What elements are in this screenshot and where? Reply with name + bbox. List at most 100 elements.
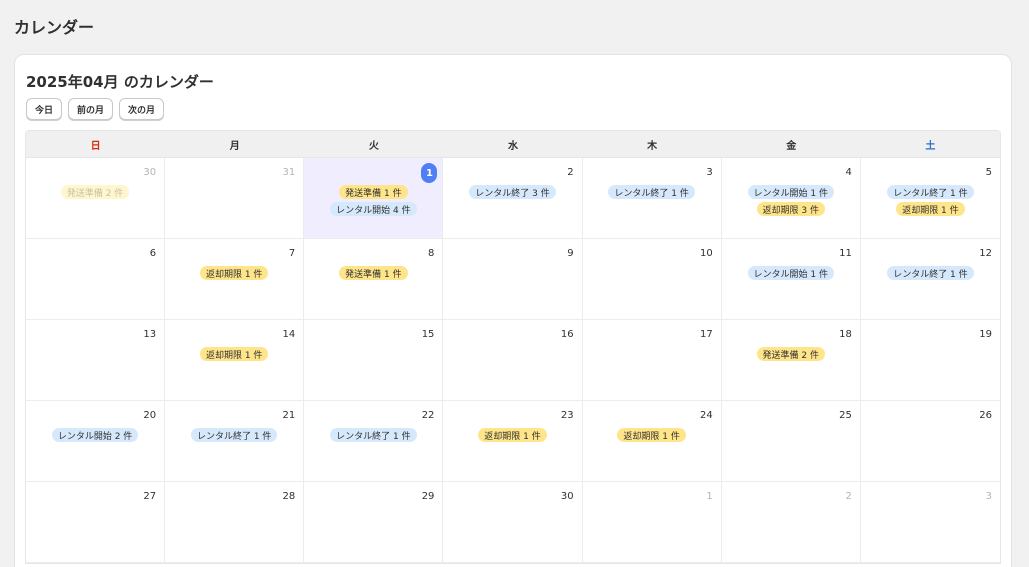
day-cell[interactable]: 23 返却期限 1 件 bbox=[443, 401, 583, 481]
event-list: 発送準備 2 件 bbox=[722, 347, 860, 361]
event-badge[interactable]: レンタル終了 1 件 bbox=[608, 185, 695, 199]
day-cell[interactable]: 17 bbox=[582, 320, 722, 400]
day-cell[interactable]: 28 bbox=[165, 482, 305, 562]
event-badge[interactable]: レンタル終了 3 件 bbox=[469, 185, 556, 199]
event-badge[interactable]: 発送準備 1 件 bbox=[339, 185, 408, 199]
event-badge[interactable]: 返却期限 1 件 bbox=[896, 202, 965, 216]
day-number: 20 bbox=[143, 410, 157, 421]
event-badge[interactable]: 返却期限 3 件 bbox=[756, 202, 825, 216]
event-badge[interactable]: 返却期限 1 件 bbox=[199, 266, 269, 280]
day-number: 1 bbox=[421, 163, 438, 183]
day-cell[interactable]: 19 bbox=[860, 320, 1000, 400]
weekday-tuesday: 火 bbox=[368, 140, 379, 152]
day-cell[interactable]: 29 bbox=[304, 482, 444, 562]
day-cell[interactable]: 1 bbox=[582, 482, 722, 562]
event-list: 返却期限 1 件 bbox=[165, 266, 303, 280]
day-cell[interactable]: 16 bbox=[443, 320, 583, 400]
weekday-saturday: 土 bbox=[925, 140, 936, 152]
day-cell[interactable]: 14 返却期限 1 件 bbox=[165, 320, 305, 400]
event-badge[interactable]: 発送準備 2 件 bbox=[756, 347, 825, 361]
event-badge[interactable]: レンタル開始 4 件 bbox=[330, 202, 417, 216]
weekday-friday: 金 bbox=[786, 140, 797, 152]
event-list: レンタル終了 3 件 bbox=[443, 185, 581, 199]
day-cell[interactable]: 30 発送準備 2 件 bbox=[26, 158, 166, 238]
event-list: 発送準備 2 件 bbox=[26, 185, 164, 199]
day-number: 9 bbox=[567, 248, 574, 259]
event-badge[interactable]: レンタル開始 1 件 bbox=[747, 185, 834, 199]
day-cell[interactable]: 22 レンタル終了 1 件 bbox=[304, 401, 444, 481]
day-number: 3 bbox=[706, 167, 713, 178]
day-cell[interactable]: 30 bbox=[443, 482, 583, 562]
day-cell[interactable]: 7 返却期限 1 件 bbox=[165, 239, 305, 319]
event-badge[interactable]: レンタル終了 1 件 bbox=[887, 185, 974, 199]
day-number: 5 bbox=[985, 167, 992, 178]
week-row: 6 7 返却期限 1 件 8 発送準備 1 件 9 10 11 レンタル開始 1 件 12 レンタル… bbox=[26, 239, 1000, 320]
day-number: 15 bbox=[421, 329, 435, 340]
event-badge[interactable]: レンタル終了 1 件 bbox=[887, 266, 974, 280]
day-cell[interactable]: 2 bbox=[721, 482, 861, 562]
calendar-nav: 今日 前の月 次の月 bbox=[26, 98, 165, 120]
weekday-thursday: 木 bbox=[647, 140, 658, 152]
event-list: レンタル開始 2 件 bbox=[26, 428, 164, 442]
day-cell[interactable]: 26 bbox=[860, 401, 1000, 481]
day-cell[interactable]: 21 レンタル終了 1 件 bbox=[165, 401, 305, 481]
prev-month-button[interactable]: 前の月 bbox=[68, 98, 114, 120]
event-badge[interactable]: レンタル開始 1 件 bbox=[747, 266, 834, 280]
week-row: 27 28 29 30 1 2 3 bbox=[26, 482, 1000, 563]
next-month-button[interactable]: 次の月 bbox=[119, 98, 165, 120]
weekday-monday: 月 bbox=[229, 140, 240, 152]
event-badge[interactable]: 返却期限 1 件 bbox=[199, 347, 269, 361]
event-badge[interactable]: レンタル終了 1 件 bbox=[330, 428, 417, 442]
day-cell[interactable]: 24 返却期限 1 件 bbox=[582, 401, 722, 481]
day-cell[interactable]: 13 bbox=[26, 320, 166, 400]
day-number: 16 bbox=[560, 329, 574, 340]
day-cell-today[interactable]: 1 発送準備 1 件レンタル開始 4 件 bbox=[304, 158, 444, 238]
day-number: 17 bbox=[699, 329, 713, 340]
event-list: 発送準備 1 件レンタル開始 4 件 bbox=[304, 185, 442, 216]
day-number: 10 bbox=[699, 248, 713, 259]
day-cell[interactable]: 3 bbox=[860, 482, 1000, 562]
day-number: 3 bbox=[985, 491, 992, 502]
day-cell[interactable]: 25 bbox=[721, 401, 861, 481]
day-cell[interactable]: 27 bbox=[26, 482, 166, 562]
event-badge[interactable]: 発送準備 1 件 bbox=[339, 266, 408, 280]
week-row: 13 14 返却期限 1 件 15 16 17 18 発送準備 2 件 19 bbox=[26, 320, 1000, 401]
event-badge[interactable]: 返却期限 1 件 bbox=[478, 428, 547, 442]
weekday-header: 日 月 火 水 木 金 土 bbox=[26, 131, 1000, 158]
day-number: 21 bbox=[282, 410, 296, 421]
day-cell[interactable]: 31 bbox=[165, 158, 305, 238]
event-badge[interactable]: 発送準備 2 件 bbox=[60, 185, 130, 199]
day-cell[interactable]: 8 発送準備 1 件 bbox=[304, 239, 444, 319]
day-number: 19 bbox=[979, 329, 992, 340]
day-cell[interactable]: 10 bbox=[582, 239, 722, 319]
day-number: 26 bbox=[979, 410, 992, 421]
day-number: 29 bbox=[421, 491, 435, 502]
day-cell[interactable]: 20 レンタル開始 2 件 bbox=[26, 401, 166, 481]
day-number: 1 bbox=[706, 491, 713, 502]
day-cell[interactable]: 2 レンタル終了 3 件 bbox=[443, 158, 583, 238]
day-cell[interactable]: 15 bbox=[304, 320, 444, 400]
day-cell[interactable]: 18 発送準備 2 件 bbox=[721, 320, 861, 400]
day-number: 18 bbox=[839, 329, 852, 340]
event-badge[interactable]: レンタル開始 2 件 bbox=[51, 428, 139, 442]
day-number: 31 bbox=[282, 167, 296, 178]
day-number: 14 bbox=[282, 329, 296, 340]
day-cell[interactable]: 12 レンタル終了 1 件 bbox=[860, 239, 1000, 319]
week-row: 20 レンタル開始 2 件 21 レンタル終了 1 件 22 レンタル終了 1 件 23 返却… bbox=[26, 401, 1000, 482]
event-list: レンタル終了 1 件返却期限 1 件 bbox=[861, 185, 1000, 216]
page-title: カレンダー bbox=[14, 18, 95, 37]
event-badge[interactable]: 返却期限 1 件 bbox=[617, 428, 686, 442]
day-cell[interactable]: 11 レンタル開始 1 件 bbox=[721, 239, 861, 319]
day-number: 13 bbox=[143, 329, 157, 340]
day-cell[interactable]: 4 レンタル開始 1 件返却期限 3 件 bbox=[721, 158, 861, 238]
calendar-grid: 日 月 火 水 木 金 土 30 発送準備 2 件 31 1 発送準備 1 件レンタル開… bbox=[25, 130, 1001, 564]
day-cell[interactable]: 5 レンタル終了 1 件返却期限 1 件 bbox=[860, 158, 1000, 238]
today-button[interactable]: 今日 bbox=[26, 98, 63, 120]
weekday-sunday: 日 bbox=[90, 140, 101, 152]
calendar-card: 2025年04月 のカレンダー 今日 前の月 次の月 日 月 火 水 木 金 土… bbox=[14, 54, 1012, 567]
day-number: 27 bbox=[143, 491, 157, 502]
event-badge[interactable]: レンタル終了 1 件 bbox=[190, 428, 278, 442]
day-cell[interactable]: 3 レンタル終了 1 件 bbox=[582, 158, 722, 238]
day-cell[interactable]: 6 bbox=[26, 239, 166, 319]
day-cell[interactable]: 9 bbox=[443, 239, 583, 319]
